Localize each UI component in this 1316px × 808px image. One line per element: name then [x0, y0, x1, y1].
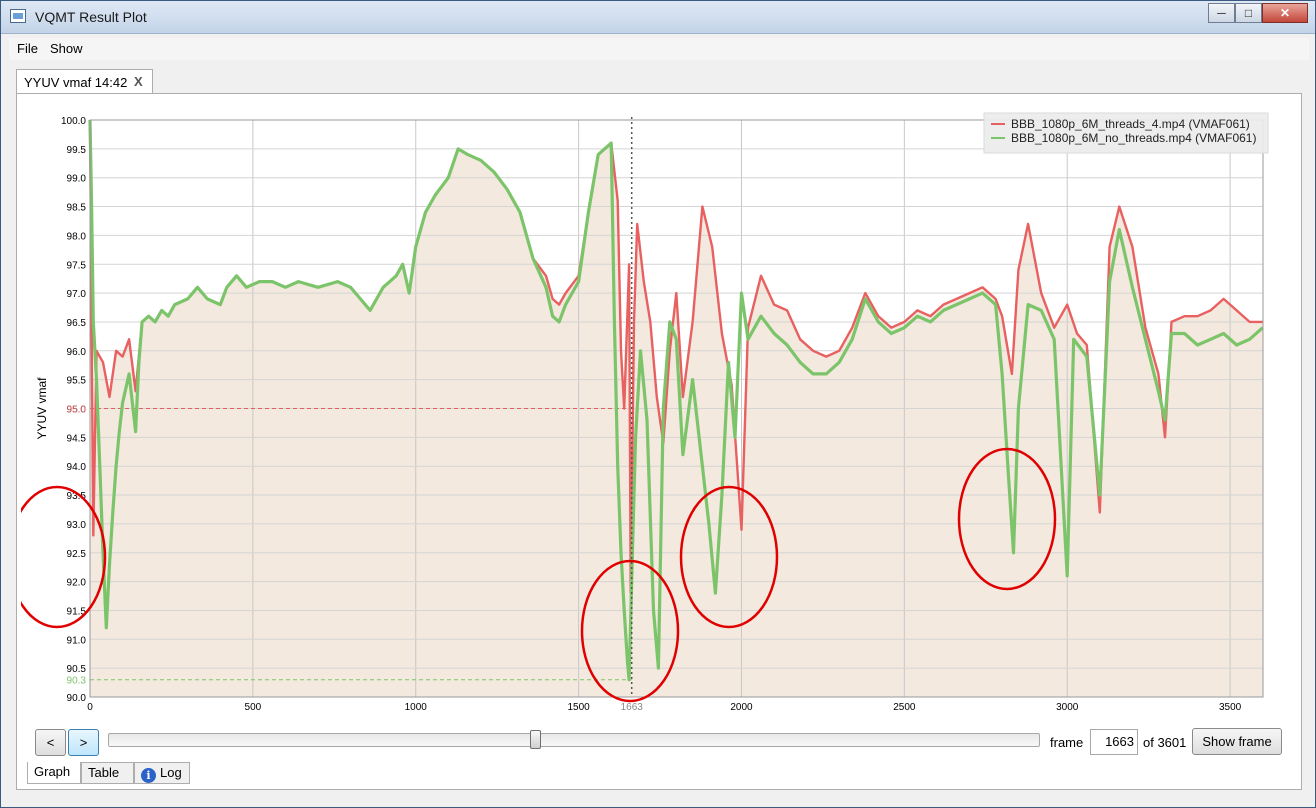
title-bar[interactable]: VQMT Result Plot ─ □ ✕ [1, 1, 1315, 34]
y-tick-label: 100.0 [61, 116, 86, 127]
frame-number-input[interactable]: 1663 [1090, 729, 1138, 755]
y-tick-label: 99.0 [67, 174, 87, 185]
legend-entry: BBB_1080p_6M_no_threads.mp4 (VMAF061) [1011, 131, 1256, 145]
app-icon [10, 9, 26, 23]
y-tick-label: 96.0 [67, 347, 87, 358]
x-tick-label: 2500 [893, 702, 916, 713]
y-tick-label: 92.0 [67, 578, 87, 589]
minimize-icon: ─ [1217, 6, 1226, 20]
menu-show[interactable]: Show [50, 41, 83, 56]
x-tick-label: 0 [87, 702, 93, 713]
vmaf-line-chart[interactable]: 90.090.591.091.592.092.593.093.594.094.5… [21, 107, 1283, 723]
y-tick-label: 94.0 [67, 462, 87, 473]
tab-graph[interactable]: Graph [27, 762, 81, 784]
tab-table[interactable]: Table [81, 762, 134, 784]
tab-log[interactable]: i Log [134, 762, 190, 784]
window-title: VQMT Result Plot [35, 9, 147, 25]
y-tick-label: 94.5 [67, 433, 87, 444]
y-tick-label: 97.0 [67, 289, 87, 300]
y-tick-label: 99.5 [67, 145, 87, 156]
tab-label: YYUV vmaf 14:42 [24, 75, 128, 90]
maximize-icon: □ [1244, 6, 1253, 20]
menu-bar: File Show [9, 38, 1309, 60]
y-axis-label: YYUV vmaf [35, 377, 49, 440]
close-window-button[interactable]: ✕ [1262, 3, 1308, 23]
tab-close-icon[interactable]: X [134, 74, 143, 89]
tab-graph-label: Graph [34, 764, 71, 779]
next-frame-button[interactable]: > [68, 729, 99, 756]
y-tick-label: 97.5 [67, 260, 87, 271]
reference-line-label: 90.3 [67, 676, 87, 687]
y-tick-label: 90.5 [67, 664, 87, 675]
frame-total: of 3601 [1143, 735, 1187, 750]
tab-yyuv-vmaf[interactable]: YYUV vmaf 14:42 X [16, 69, 153, 94]
app-window: VQMT Result Plot ─ □ ✕ File Show YYUV vm… [0, 0, 1316, 808]
tab-table-label: Table [88, 765, 120, 780]
x-tick-label: 500 [245, 702, 262, 713]
window-controls: ─ □ ✕ [1208, 3, 1308, 23]
tab-log-label: Log [160, 765, 182, 780]
y-tick-label: 93.0 [67, 520, 87, 531]
info-icon: i [141, 768, 156, 783]
x-tick-label: 1500 [567, 702, 590, 713]
cursor-frame-label: 1663 [621, 702, 644, 713]
y-tick-label: 90.0 [67, 693, 87, 704]
y-tick-label: 98.0 [67, 231, 87, 242]
frame-label: frame [1050, 735, 1084, 750]
x-tick-label: 3000 [1056, 702, 1079, 713]
menu-file[interactable]: File [17, 41, 38, 56]
y-tick-label: 96.5 [67, 318, 87, 329]
frame-slider[interactable] [108, 733, 1040, 747]
x-tick-label: 2000 [730, 702, 753, 713]
previous-frame-button[interactable]: < [35, 729, 66, 756]
frame-slider-handle[interactable] [530, 730, 542, 749]
maximize-button[interactable]: □ [1235, 3, 1262, 23]
close-icon: ✕ [1279, 6, 1291, 20]
y-tick-label: 92.5 [67, 549, 87, 560]
y-tick-label: 95.5 [67, 376, 87, 387]
x-tick-label: 3500 [1219, 702, 1242, 713]
y-tick-label: 98.5 [67, 203, 87, 214]
reference-line-label: 95.0 [67, 405, 87, 416]
chart-legend: BBB_1080p_6M_threads_4.mp4 (VMAF061)BBB_… [983, 112, 1269, 154]
x-tick-label: 1000 [405, 702, 428, 713]
show-frame-button[interactable]: Show frame [1192, 728, 1282, 755]
minimize-button[interactable]: ─ [1208, 3, 1235, 23]
legend-entry: BBB_1080p_6M_threads_4.mp4 (VMAF061) [1011, 117, 1250, 131]
y-tick-label: 91.0 [67, 635, 87, 646]
